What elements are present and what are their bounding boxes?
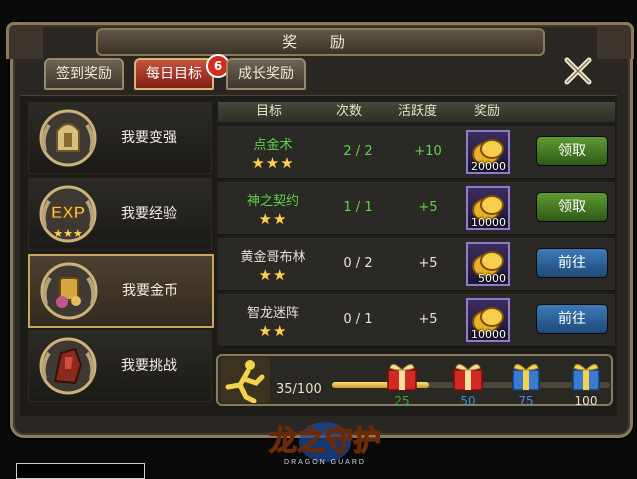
reward-amount: 10000 <box>471 328 506 341</box>
sidebar-item-challenge[interactable]: 我要挑战 <box>28 330 212 402</box>
chat-input-box[interactable] <box>16 463 145 479</box>
game-logo: 龙之守护 DRAGON GUARD <box>268 422 382 466</box>
warrior-emblem-icon <box>39 337 97 395</box>
gold-coin-reward[interactable]: 10000 <box>466 298 510 342</box>
table-row: 点金术 ★★★ 2 / 2 +10 20000 领取 <box>218 126 615 179</box>
frame-corner-left <box>6 22 43 59</box>
sidebar-item-get-gold[interactable]: 我要金币 <box>28 254 214 328</box>
activity-points: +5 <box>418 256 438 271</box>
activity-points: +5 <box>418 200 438 215</box>
milestone-label: 75 <box>518 394 534 408</box>
goal-name: 智龙迷阵 <box>246 306 299 321</box>
activity-points: +5 <box>418 312 438 327</box>
svg-text:EXP: EXP <box>51 203 85 222</box>
difficulty-stars: ★★★ <box>251 154 295 172</box>
goal-name: 点金术 <box>253 138 293 153</box>
close-icon[interactable] <box>563 56 593 86</box>
goal-name: 神之契约 <box>246 194 299 209</box>
activity-progress-text: 35/100 <box>276 382 322 397</box>
column-header-count: 次数 <box>336 104 363 119</box>
goal-count: 1 / 1 <box>343 200 373 215</box>
window-title: 奖 励 <box>96 28 545 56</box>
column-header-activity: 活跃度 <box>398 104 438 119</box>
milestone-label: 50 <box>460 394 476 408</box>
sidebar-item-get-exp[interactable]: EXP ★★★ 我要经验 <box>28 178 212 250</box>
coin-bag-emblem-icon <box>40 262 98 320</box>
claim-button[interactable]: 领取 <box>536 192 608 222</box>
table-row: 黄金哥布林 ★★ 0 / 2 +5 5000 前往 <box>218 238 615 291</box>
sidebar: 我要变强 EXP ★★★ 我要经验 我要金币 我要挑战 <box>28 102 214 402</box>
sidebar-item-label: 我要金币 <box>122 283 178 299</box>
gold-coin-reward[interactable]: 10000 <box>466 186 510 230</box>
sidebar-item-label: 我要挑战 <box>121 358 177 374</box>
tab-growth-rewards[interactable]: 成长奖励 <box>226 58 306 90</box>
goal-count: 0 / 1 <box>343 312 373 327</box>
gold-coin-reward[interactable]: 20000 <box>466 130 510 174</box>
sidebar-item-label: 我要经验 <box>121 206 177 222</box>
helmet-emblem-icon <box>39 109 97 167</box>
runner-icon <box>220 357 270 403</box>
milestone-label: 100 <box>574 394 598 408</box>
sidebar-item-label: 我要变强 <box>121 130 177 146</box>
reward-amount: 20000 <box>471 160 506 173</box>
goal-name: 黄金哥布林 <box>240 250 306 265</box>
sidebar-item-get-stronger[interactable]: 我要变强 <box>28 102 212 174</box>
gold-coin-reward[interactable]: 5000 <box>466 242 510 286</box>
gift-box-icon[interactable] <box>450 358 486 392</box>
table-row: 神之契约 ★★ 1 / 1 +5 10000 领取 <box>218 182 615 235</box>
table-row: 智龙迷阵 ★★ 0 / 1 +5 10000 前往 <box>218 294 615 347</box>
column-header-reward: 奖励 <box>474 104 501 119</box>
goal-count: 0 / 2 <box>343 256 373 271</box>
svg-text:★★★: ★★★ <box>53 227 83 240</box>
logo-subtext: DRAGON GUARD <box>284 459 366 466</box>
activity-points: +10 <box>414 144 442 159</box>
goals-table-header: 目标 次数 活跃度 奖励 <box>218 102 615 122</box>
claim-button[interactable]: 领取 <box>536 136 608 166</box>
gift-box-icon[interactable] <box>508 358 544 392</box>
frame-corner-right <box>597 22 634 59</box>
difficulty-stars: ★★ <box>258 266 288 284</box>
gift-box-icon[interactable] <box>568 358 604 392</box>
column-header-goal: 目标 <box>256 104 283 119</box>
tab-sign-in-rewards[interactable]: 签到奖励 <box>44 58 124 90</box>
milestone-label: 25 <box>394 394 410 408</box>
difficulty-stars: ★★ <box>258 210 288 228</box>
reward-amount: 10000 <box>471 216 506 229</box>
exp-emblem-icon: EXP ★★★ <box>39 185 97 243</box>
reward-amount: 5000 <box>478 272 506 285</box>
tab-daily-goals[interactable]: 每日目标 <box>134 58 214 90</box>
goal-count: 2 / 2 <box>343 144 373 159</box>
go-button[interactable]: 前往 <box>536 304 608 334</box>
go-button[interactable]: 前往 <box>536 248 608 278</box>
gift-box-icon[interactable] <box>384 358 420 392</box>
difficulty-stars: ★★ <box>258 322 288 340</box>
logo-text: 龙之守护 <box>269 424 381 457</box>
